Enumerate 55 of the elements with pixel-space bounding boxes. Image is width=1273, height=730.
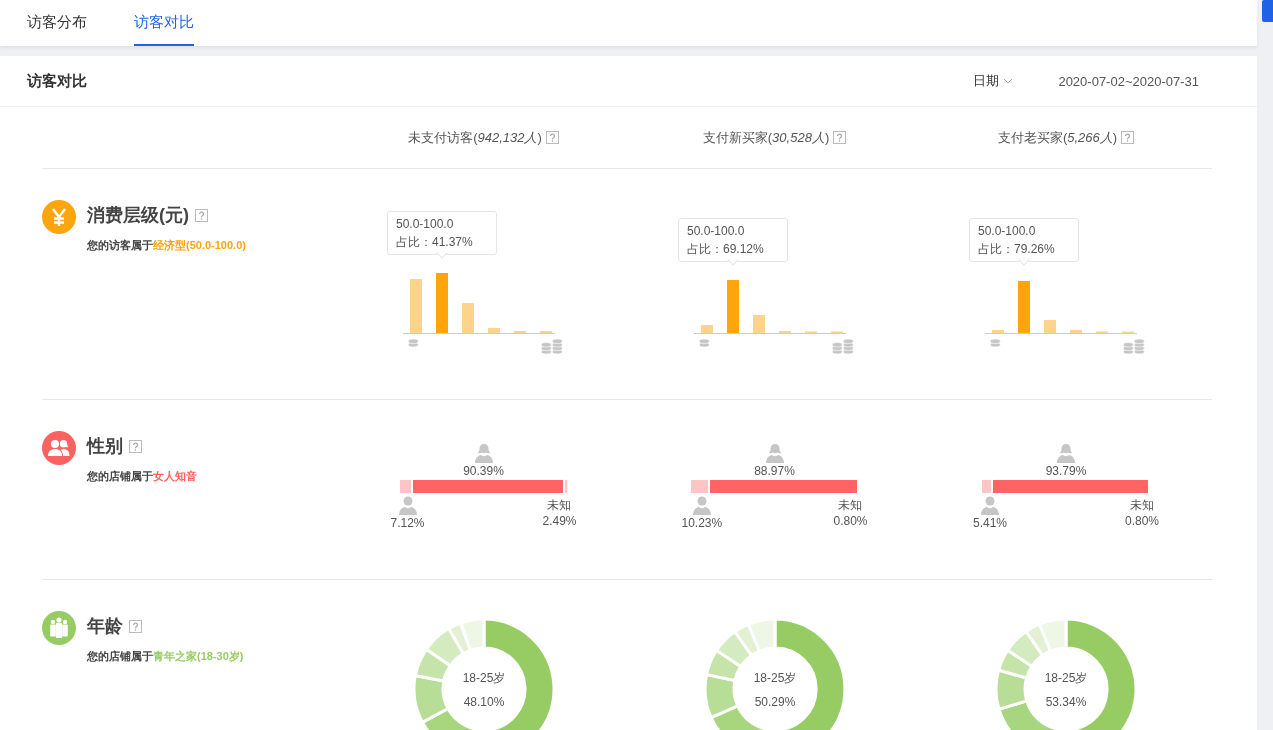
help-icon[interactable] xyxy=(833,131,847,144)
share-value: 10.23% xyxy=(681,515,723,531)
coins-icon xyxy=(1123,339,1145,355)
column-heading: 支付老买家(5,266人) xyxy=(997,128,1118,147)
help-icon[interactable] xyxy=(195,208,208,222)
help-icon[interactable] xyxy=(1121,131,1135,144)
help-icon[interactable] xyxy=(129,439,142,453)
donut-value: 53.34% xyxy=(1045,695,1087,709)
section-title: 年龄 xyxy=(87,615,123,638)
donut-label: 18-25岁 xyxy=(462,671,505,685)
column-heading: 未支付访客(942,132人) xyxy=(408,128,542,147)
coin-icon xyxy=(408,339,419,348)
section-title: 消费层级(元) xyxy=(87,204,189,227)
coins-icon xyxy=(541,339,563,355)
share-value: 7.12% xyxy=(390,515,425,531)
column-heading: 支付新买家(30,528人) xyxy=(702,128,830,147)
caret-icon xyxy=(1003,78,1014,84)
tab[interactable]: 访客对比 xyxy=(134,0,194,46)
donut-label: 18-25岁 xyxy=(753,671,796,685)
female-icon xyxy=(473,443,494,463)
female-icon xyxy=(1056,443,1076,463)
share-value: 90.39% xyxy=(463,463,504,479)
share-label: 未知 xyxy=(838,497,863,513)
section-summary: 您的店铺属于女人知音 xyxy=(87,469,197,484)
female-icon xyxy=(764,443,785,463)
tooltip: 50.0-100.0 占比：41.37% xyxy=(387,211,497,255)
share-value: 0.80% xyxy=(1124,513,1159,529)
donut-value: 50.29% xyxy=(754,695,795,709)
donut-value: 48.10% xyxy=(463,695,504,709)
share-value: 2.49% xyxy=(542,513,577,529)
section-title: 性别 xyxy=(87,435,123,458)
date-range: 2020-07-02~2020-07-31 xyxy=(1058,73,1199,89)
section-summary: 您的店铺属于青年之家(18-30岁) xyxy=(87,649,244,664)
card-title: 访客对比 xyxy=(27,71,88,91)
male-icon xyxy=(980,495,1000,515)
share-value: 93.79% xyxy=(1045,463,1087,479)
help-icon[interactable] xyxy=(129,619,142,633)
share-value: 5.41% xyxy=(973,515,1008,531)
share-value: 88.97% xyxy=(754,463,795,479)
coin-icon xyxy=(990,339,1001,348)
tab[interactable]: 访客分布 xyxy=(27,0,87,46)
male-icon xyxy=(691,495,712,515)
coin-icon xyxy=(699,339,710,348)
share-label: 未知 xyxy=(547,497,572,513)
male-icon xyxy=(397,495,418,515)
help-icon[interactable] xyxy=(545,131,559,144)
date-dropdown[interactable]: 日期 xyxy=(973,72,1014,90)
side-tab[interactable] xyxy=(1262,0,1273,22)
share-value: 0.80% xyxy=(833,513,868,529)
tooltip: 50.0-100.0 占比：79.26% xyxy=(969,218,1079,262)
tooltip: 50.0-100.0 占比：69.12% xyxy=(678,218,788,262)
coins-icon xyxy=(832,339,854,355)
share-label: 未知 xyxy=(1130,497,1154,513)
donut-label: 18-25岁 xyxy=(1044,671,1088,685)
section-summary: 您的访客属于经济型(50.0-100.0) xyxy=(87,238,246,253)
